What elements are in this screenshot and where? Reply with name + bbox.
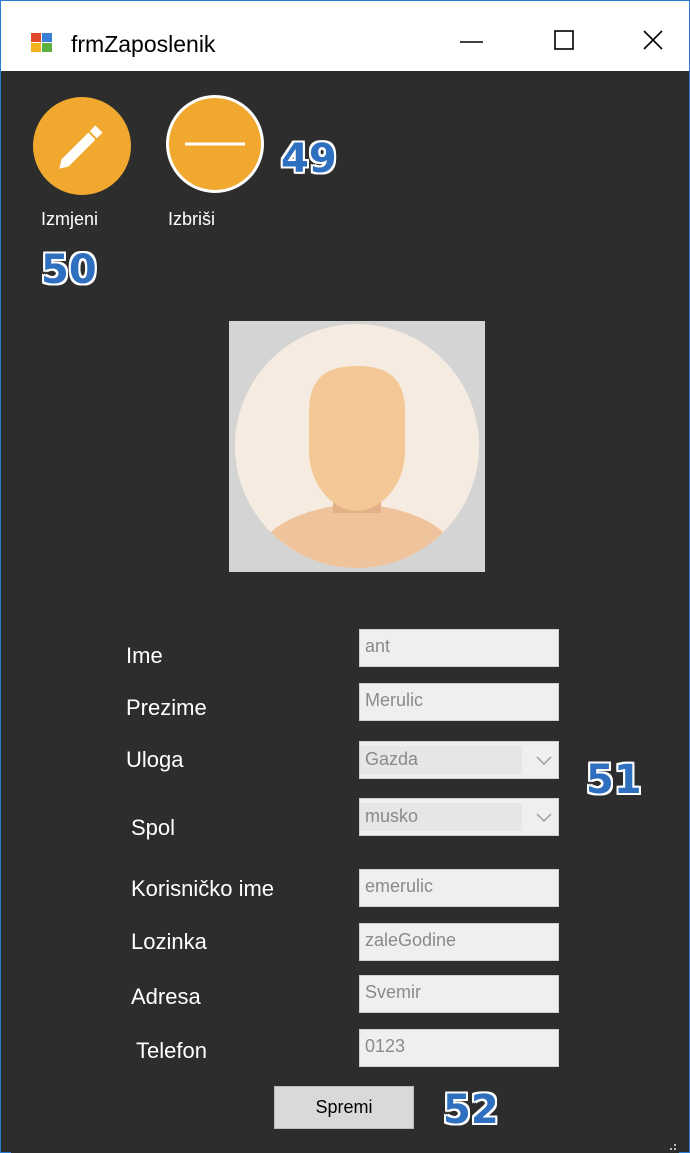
user-avatar-icon [235,324,479,568]
minimize-button[interactable] [449,21,495,61]
chevron-down-icon [536,756,552,765]
uloga-selected-value: Gazda [360,746,522,774]
close-button[interactable] [631,21,677,61]
annotation-49: 49 [281,136,337,182]
korisnicko-ime-field[interactable]: emerulic [359,869,559,907]
form-client-area: Izmjeni Izbriši 49 50 Ime Prezime Uloga … [11,71,679,1153]
telefon-field[interactable]: 0123 [359,1029,559,1067]
chevron-down-icon [536,813,552,822]
delete-label: Izbriši [168,209,216,229]
resize-grip-icon[interactable] [667,1141,677,1151]
annotation-52: 52 [443,1087,499,1133]
title-bar[interactable]: frmZaposlenik [1,1,689,71]
uloga-select[interactable]: Gazda [359,741,559,779]
label-ime: Ime [126,643,163,668]
ime-field[interactable]: ant [359,629,559,667]
spol-select[interactable]: musko [359,798,559,836]
annotation-51: 51 [586,757,642,803]
maximize-icon [554,30,574,50]
app-icon [31,33,53,53]
window-title: frmZaposlenik [71,31,216,57]
employee-photo[interactable] [229,321,485,572]
label-spol: Spol [131,815,176,840]
lozinka-field[interactable]: zaleGodine [359,923,559,961]
edit-button[interactable] [33,97,131,195]
main-window: frmZaposlenik Izmjeni Izbriši 49 50 Ime … [0,0,690,1153]
minus-icon [185,142,245,146]
label-korisnicko-ime: Korisničko ime [131,876,275,901]
label-lozinka: Lozinka [131,929,207,954]
label-telefon: Telefon [136,1038,207,1063]
edit-label: Izmjeni [41,209,99,229]
save-button[interactable]: Spremi [274,1086,414,1129]
label-adresa: Adresa [131,984,201,1009]
minimize-icon [460,41,483,43]
delete-button[interactable] [166,95,264,193]
label-prezime: Prezime [126,695,207,720]
close-icon [643,30,663,50]
adresa-field[interactable]: Svemir [359,975,559,1013]
annotation-50: 50 [41,247,97,293]
prezime-field[interactable]: Merulic [359,683,559,721]
pencil-icon [59,125,103,169]
spol-selected-value: musko [360,803,522,831]
maximize-button[interactable] [541,21,587,61]
label-uloga: Uloga [126,747,184,772]
